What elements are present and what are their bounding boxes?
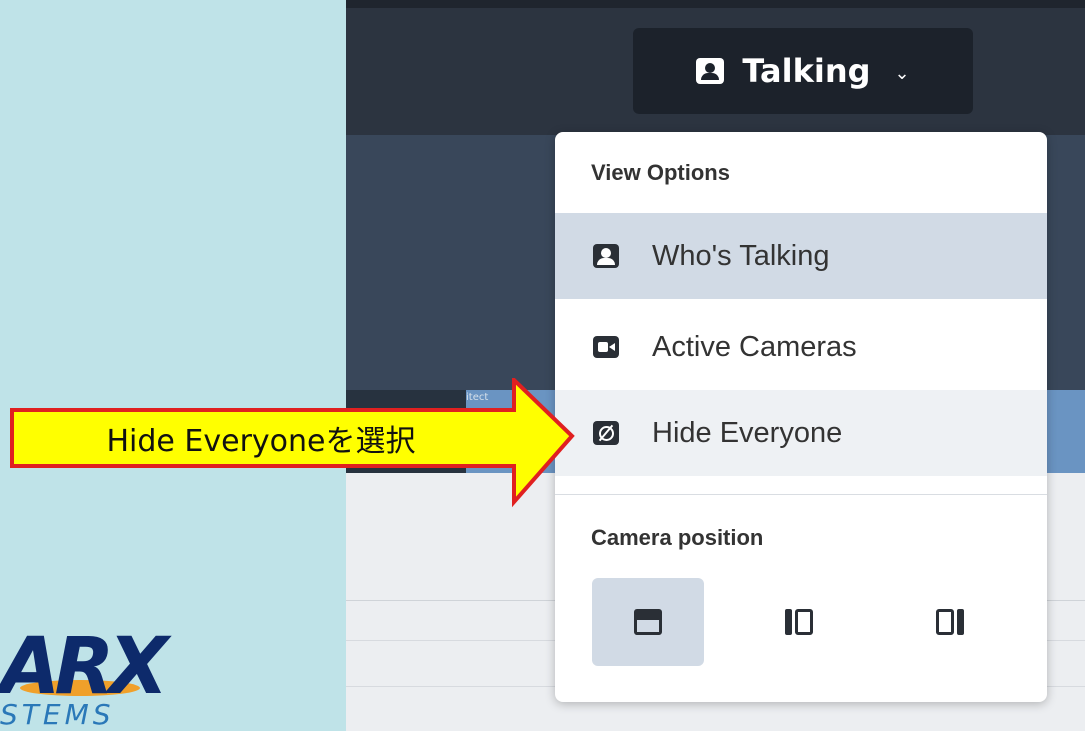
logo-subtitle: STEMS	[0, 698, 115, 731]
camera-position-left-button[interactable]	[743, 578, 855, 666]
top-toolbar: Talking ⌄	[346, 0, 1085, 135]
view-mode-button[interactable]: Talking ⌄	[633, 28, 973, 114]
menu-item-hide-everyone[interactable]: Hide Everyone	[555, 390, 1047, 476]
menu-item-whos-talking[interactable]: Who's Talking	[555, 213, 1047, 299]
chevron-down-icon: ⌄	[894, 62, 910, 84]
layout-right-icon	[936, 609, 964, 635]
menu-divider	[555, 494, 1047, 495]
camera-position-heading: Camera position	[591, 525, 764, 550]
company-logo: ARX STEMS	[0, 610, 240, 731]
view-options-heading: View Options	[591, 160, 730, 185]
view-options-dropdown: View Options Who's Talking Active Camera…	[555, 132, 1047, 702]
eye-off-icon	[593, 421, 619, 445]
logo-word: ARX	[0, 622, 169, 712]
video-camera-icon	[593, 336, 619, 358]
menu-item-active-cameras[interactable]: Active Cameras	[555, 304, 1047, 390]
menu-item-label: Hide Everyone	[652, 416, 843, 449]
view-mode-label: Talking	[742, 52, 871, 90]
layout-top-icon	[634, 609, 662, 635]
callout-text: Hide Everyoneを選択	[106, 424, 416, 459]
camera-position-right-button[interactable]	[894, 578, 1006, 666]
camera-position-top-button[interactable]	[592, 578, 704, 666]
menu-item-label: Who's Talking	[652, 239, 830, 272]
user-square-icon	[593, 244, 619, 268]
toolbar-shade	[346, 0, 1085, 8]
layout-left-icon	[785, 609, 813, 635]
user-square-icon	[696, 58, 725, 84]
menu-item-label: Active Cameras	[652, 330, 857, 363]
